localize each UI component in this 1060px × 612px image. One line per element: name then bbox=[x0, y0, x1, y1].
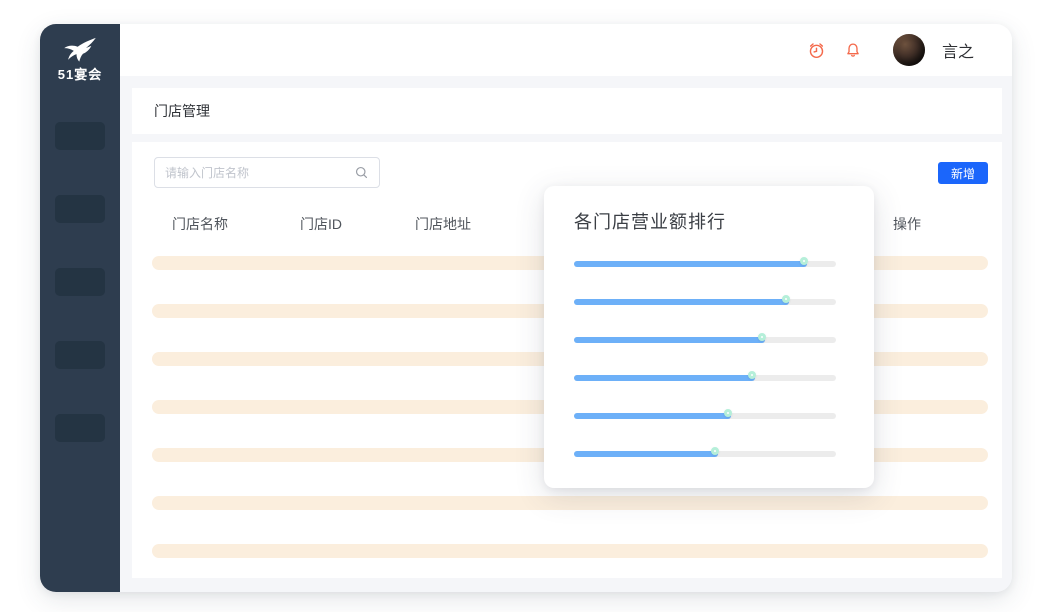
revenue-ranking-title: 各门店营业额排行 bbox=[574, 208, 726, 234]
sidebar: 51宴会 bbox=[40, 24, 120, 592]
brand-name: 51宴会 bbox=[40, 64, 120, 83]
swallow-bird-icon bbox=[63, 37, 97, 63]
revenue-slider[interactable] bbox=[574, 448, 836, 460]
slider-fill bbox=[574, 261, 807, 267]
sidebar-menu-item-skeleton[interactable] bbox=[55, 122, 105, 150]
table-header-store-address: 门店地址 bbox=[415, 214, 471, 234]
slider-fill bbox=[574, 337, 765, 343]
slider-handle[interactable] bbox=[748, 371, 756, 379]
table-header-actions: 操作 bbox=[893, 214, 921, 234]
revenue-slider[interactable] bbox=[574, 410, 836, 422]
revenue-slider[interactable] bbox=[574, 334, 836, 346]
page-title-panel: 门店管理 bbox=[132, 88, 1002, 134]
slider-fill bbox=[574, 375, 755, 381]
search-icon[interactable] bbox=[354, 165, 369, 180]
store-search-box[interactable] bbox=[154, 157, 380, 188]
slider-fill bbox=[574, 451, 718, 457]
table-row-skeleton bbox=[152, 544, 988, 558]
sidebar-menu-item-skeleton[interactable] bbox=[55, 195, 105, 223]
alarm-clock-icon[interactable] bbox=[807, 40, 827, 60]
sidebar-menu-item-skeleton[interactable] bbox=[55, 268, 105, 296]
sidebar-menu-item-skeleton[interactable] bbox=[55, 414, 105, 442]
bell-icon[interactable] bbox=[843, 40, 863, 60]
search-input[interactable] bbox=[165, 166, 354, 180]
user-avatar[interactable] bbox=[893, 34, 925, 66]
revenue-slider[interactable] bbox=[574, 372, 836, 384]
slider-handle[interactable] bbox=[782, 295, 790, 303]
topbar: 言之 bbox=[120, 24, 1012, 76]
page-title: 门店管理 bbox=[154, 101, 210, 121]
user-name: 言之 bbox=[942, 38, 974, 62]
add-store-button[interactable]: 新增 bbox=[938, 162, 988, 184]
slider-fill bbox=[574, 413, 731, 419]
revenue-slider[interactable] bbox=[574, 296, 836, 308]
table-row-skeleton bbox=[152, 496, 988, 510]
table-header-store-id: 门店ID bbox=[300, 214, 342, 234]
revenue-ranking-popup: 各门店营业额排行 bbox=[544, 186, 874, 488]
sidebar-menu-item-skeleton[interactable] bbox=[55, 341, 105, 369]
brand-logo: 51宴会 bbox=[40, 37, 120, 83]
slider-fill bbox=[574, 299, 789, 305]
revenue-slider[interactable] bbox=[574, 258, 836, 270]
table-header-store-name: 门店名称 bbox=[172, 214, 228, 234]
